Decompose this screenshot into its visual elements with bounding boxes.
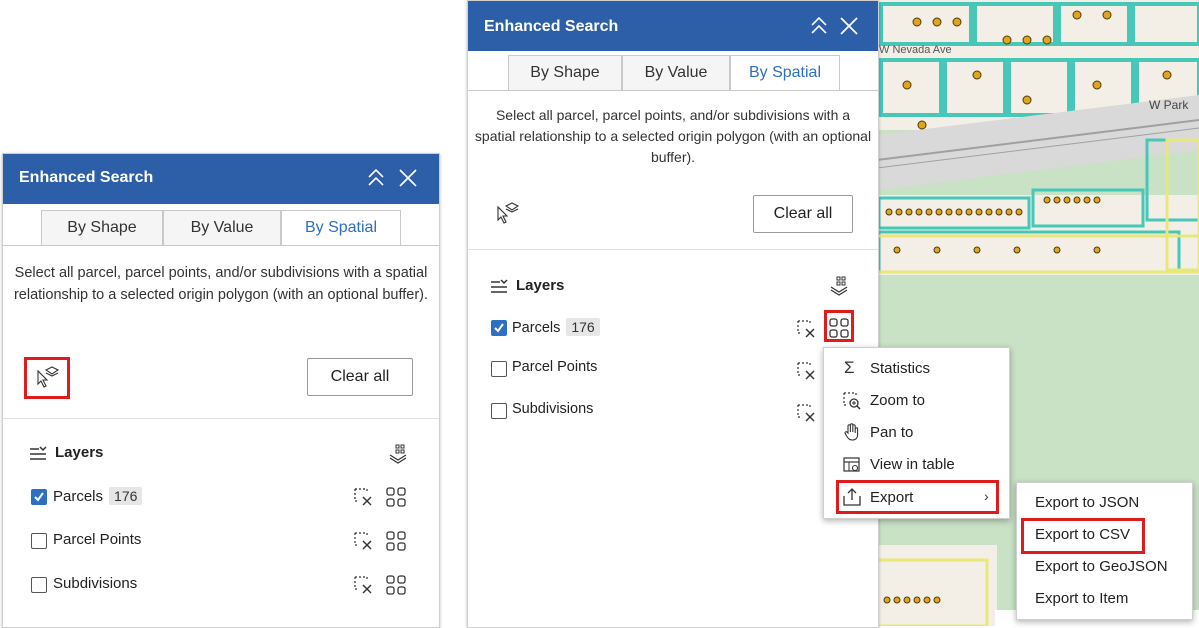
layer-name: Parcels xyxy=(53,488,104,505)
tab-by-shape[interactable]: By Shape xyxy=(41,210,163,246)
layer-label: Parcels 176 xyxy=(512,318,600,336)
panel-title: Enhanced Search xyxy=(19,169,154,186)
select-origin-button[interactable] xyxy=(488,195,524,231)
tab-label: By Spatial xyxy=(748,64,822,81)
count-badge: 176 xyxy=(566,318,600,336)
clear-selection-icon[interactable] xyxy=(796,319,816,339)
hand-icon xyxy=(842,422,862,446)
close-icon[interactable] xyxy=(838,15,860,37)
submenu-item-export-json[interactable]: Export to JSON xyxy=(1017,493,1192,515)
clear-selection-icon[interactable] xyxy=(796,361,816,381)
clear-selection-icon[interactable] xyxy=(353,487,373,507)
menu-item-label: Zoom to xyxy=(870,392,926,409)
highlight-actions-grid xyxy=(824,310,854,342)
collapse-icon[interactable] xyxy=(365,166,387,190)
layer-row-parcel-points: Parcel Points xyxy=(3,528,439,554)
layer-label: Subdivisions xyxy=(512,401,594,417)
parcels-checkbox[interactable] xyxy=(31,489,47,505)
highlight-select-origin xyxy=(24,357,70,399)
layer-actions-menu: Σ Statistics Zoom to Pan to View in tabl… xyxy=(823,347,1010,519)
tab-by-spatial[interactable]: By Spatial xyxy=(281,210,401,246)
panel-header: Enhanced Search xyxy=(3,154,439,204)
actions-grid-icon[interactable] xyxy=(385,486,407,508)
table-icon xyxy=(842,455,862,479)
clear-all-label: Clear all xyxy=(773,205,833,222)
collapse-icon[interactable] xyxy=(808,14,830,38)
tab-underline xyxy=(3,245,439,246)
submenu-item-label: Export to JSON xyxy=(1035,494,1140,511)
section-divider xyxy=(468,249,878,250)
actions-grid-icon[interactable] xyxy=(385,574,407,596)
parcel-points-checkbox[interactable] xyxy=(491,361,507,377)
tab-by-value[interactable]: By Value xyxy=(622,55,730,91)
submenu-item-label: Export to GeoJSON xyxy=(1035,558,1168,575)
panel-header: Enhanced Search xyxy=(468,1,878,51)
count-badge: 176 xyxy=(109,487,143,505)
tab-underline xyxy=(468,90,878,91)
right-search-panel: Enhanced Search By Shape By Value By Spa… xyxy=(467,0,879,628)
layers-options-icon[interactable] xyxy=(387,443,409,465)
street-label: W Nevada Ave xyxy=(879,44,952,56)
panel-description: Select all parcel, parcel points, and/or… xyxy=(474,107,872,165)
sigma-icon: Σ xyxy=(844,358,855,377)
left-search-panel: Enhanced Search By Shape By Value By Spa… xyxy=(2,153,440,628)
clear-selection-icon[interactable] xyxy=(796,403,816,423)
layer-row-subdivisions: Subdivisions xyxy=(468,399,878,425)
layers-options-icon[interactable] xyxy=(828,275,850,297)
clear-selection-icon[interactable] xyxy=(353,575,373,595)
layers-collapse-icon[interactable] xyxy=(490,278,508,294)
parcels-checkbox[interactable] xyxy=(491,320,507,336)
tab-label: By Shape xyxy=(67,219,137,236)
tab-by-spatial[interactable]: By Spatial xyxy=(730,55,840,91)
menu-item-statistics[interactable]: Σ Statistics xyxy=(824,358,1009,380)
layers-header: Layers xyxy=(516,277,565,294)
layer-label: Parcels 176 xyxy=(53,487,143,505)
layer-label: Subdivisions xyxy=(53,575,138,592)
subdivisions-checkbox[interactable] xyxy=(31,577,47,593)
tab-label: By Spatial xyxy=(304,219,378,236)
layer-label: Parcel Points xyxy=(512,359,598,375)
layer-name: Parcels xyxy=(512,320,561,336)
panel-title: Enhanced Search xyxy=(484,18,619,35)
menu-item-zoom-to[interactable]: Zoom to xyxy=(824,390,1009,412)
close-icon[interactable] xyxy=(397,167,419,189)
section-divider xyxy=(3,418,439,419)
tab-by-shape[interactable]: By Shape xyxy=(508,55,622,91)
submenu-item-export-geojson[interactable]: Export to GeoJSON xyxy=(1017,557,1192,579)
parcel-points-checkbox[interactable] xyxy=(31,533,47,549)
street-label: W Park xyxy=(1149,98,1189,112)
subdivisions-checkbox[interactable] xyxy=(491,403,507,419)
layer-row-parcel-points: Parcel Points xyxy=(468,357,878,383)
tab-label: By Value xyxy=(190,219,254,236)
layer-label: Parcel Points xyxy=(53,531,142,548)
tab-by-value[interactable]: By Value xyxy=(163,210,281,246)
tab-label: By Shape xyxy=(530,64,600,81)
menu-item-view-in-table[interactable]: View in table xyxy=(824,454,1009,476)
layer-row-subdivisions: Subdivisions xyxy=(3,572,439,598)
menu-item-label: Statistics xyxy=(870,360,931,377)
panel-description: Select all parcel, parcel points, and/or… xyxy=(13,265,429,303)
clear-all-label: Clear all xyxy=(330,368,390,385)
menu-item-label: Pan to xyxy=(870,424,914,441)
submenu-item-export-item[interactable]: Export to Item xyxy=(1017,589,1192,611)
highlight-export xyxy=(836,480,999,514)
layers-collapse-icon[interactable] xyxy=(29,445,47,461)
zoom-to-icon xyxy=(842,391,862,415)
submenu-item-label: Export to Item xyxy=(1035,590,1129,607)
menu-item-label: View in table xyxy=(870,456,955,473)
clear-all-button[interactable]: Clear all xyxy=(307,358,413,396)
clear-all-button[interactable]: Clear all xyxy=(753,195,853,233)
menu-item-pan-to[interactable]: Pan to xyxy=(824,422,1009,444)
layers-header: Layers xyxy=(55,444,104,461)
tab-label: By Value xyxy=(644,64,708,81)
actions-grid-icon[interactable] xyxy=(385,530,407,552)
highlight-export-csv xyxy=(1021,518,1145,554)
clear-selection-icon[interactable] xyxy=(353,531,373,551)
layer-row-parcels: Parcels 176 xyxy=(3,484,439,510)
export-submenu: Export to JSON Export to CSV Export to G… xyxy=(1016,482,1193,620)
layer-row-parcels: Parcels 176 xyxy=(468,315,878,341)
